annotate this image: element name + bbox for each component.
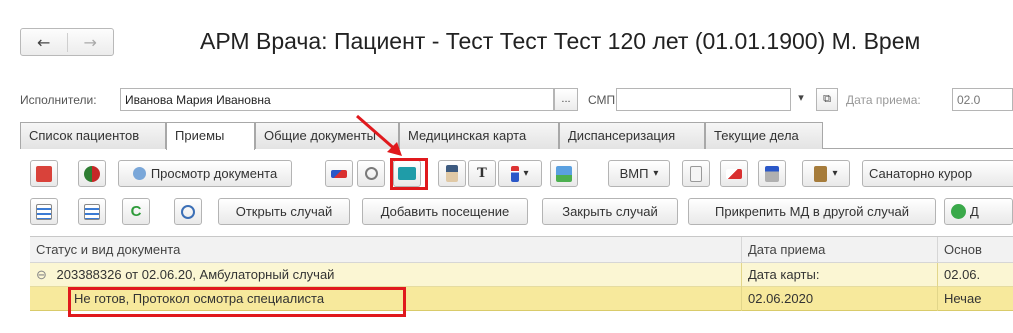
annotation-arrow-icon bbox=[356, 114, 402, 156]
